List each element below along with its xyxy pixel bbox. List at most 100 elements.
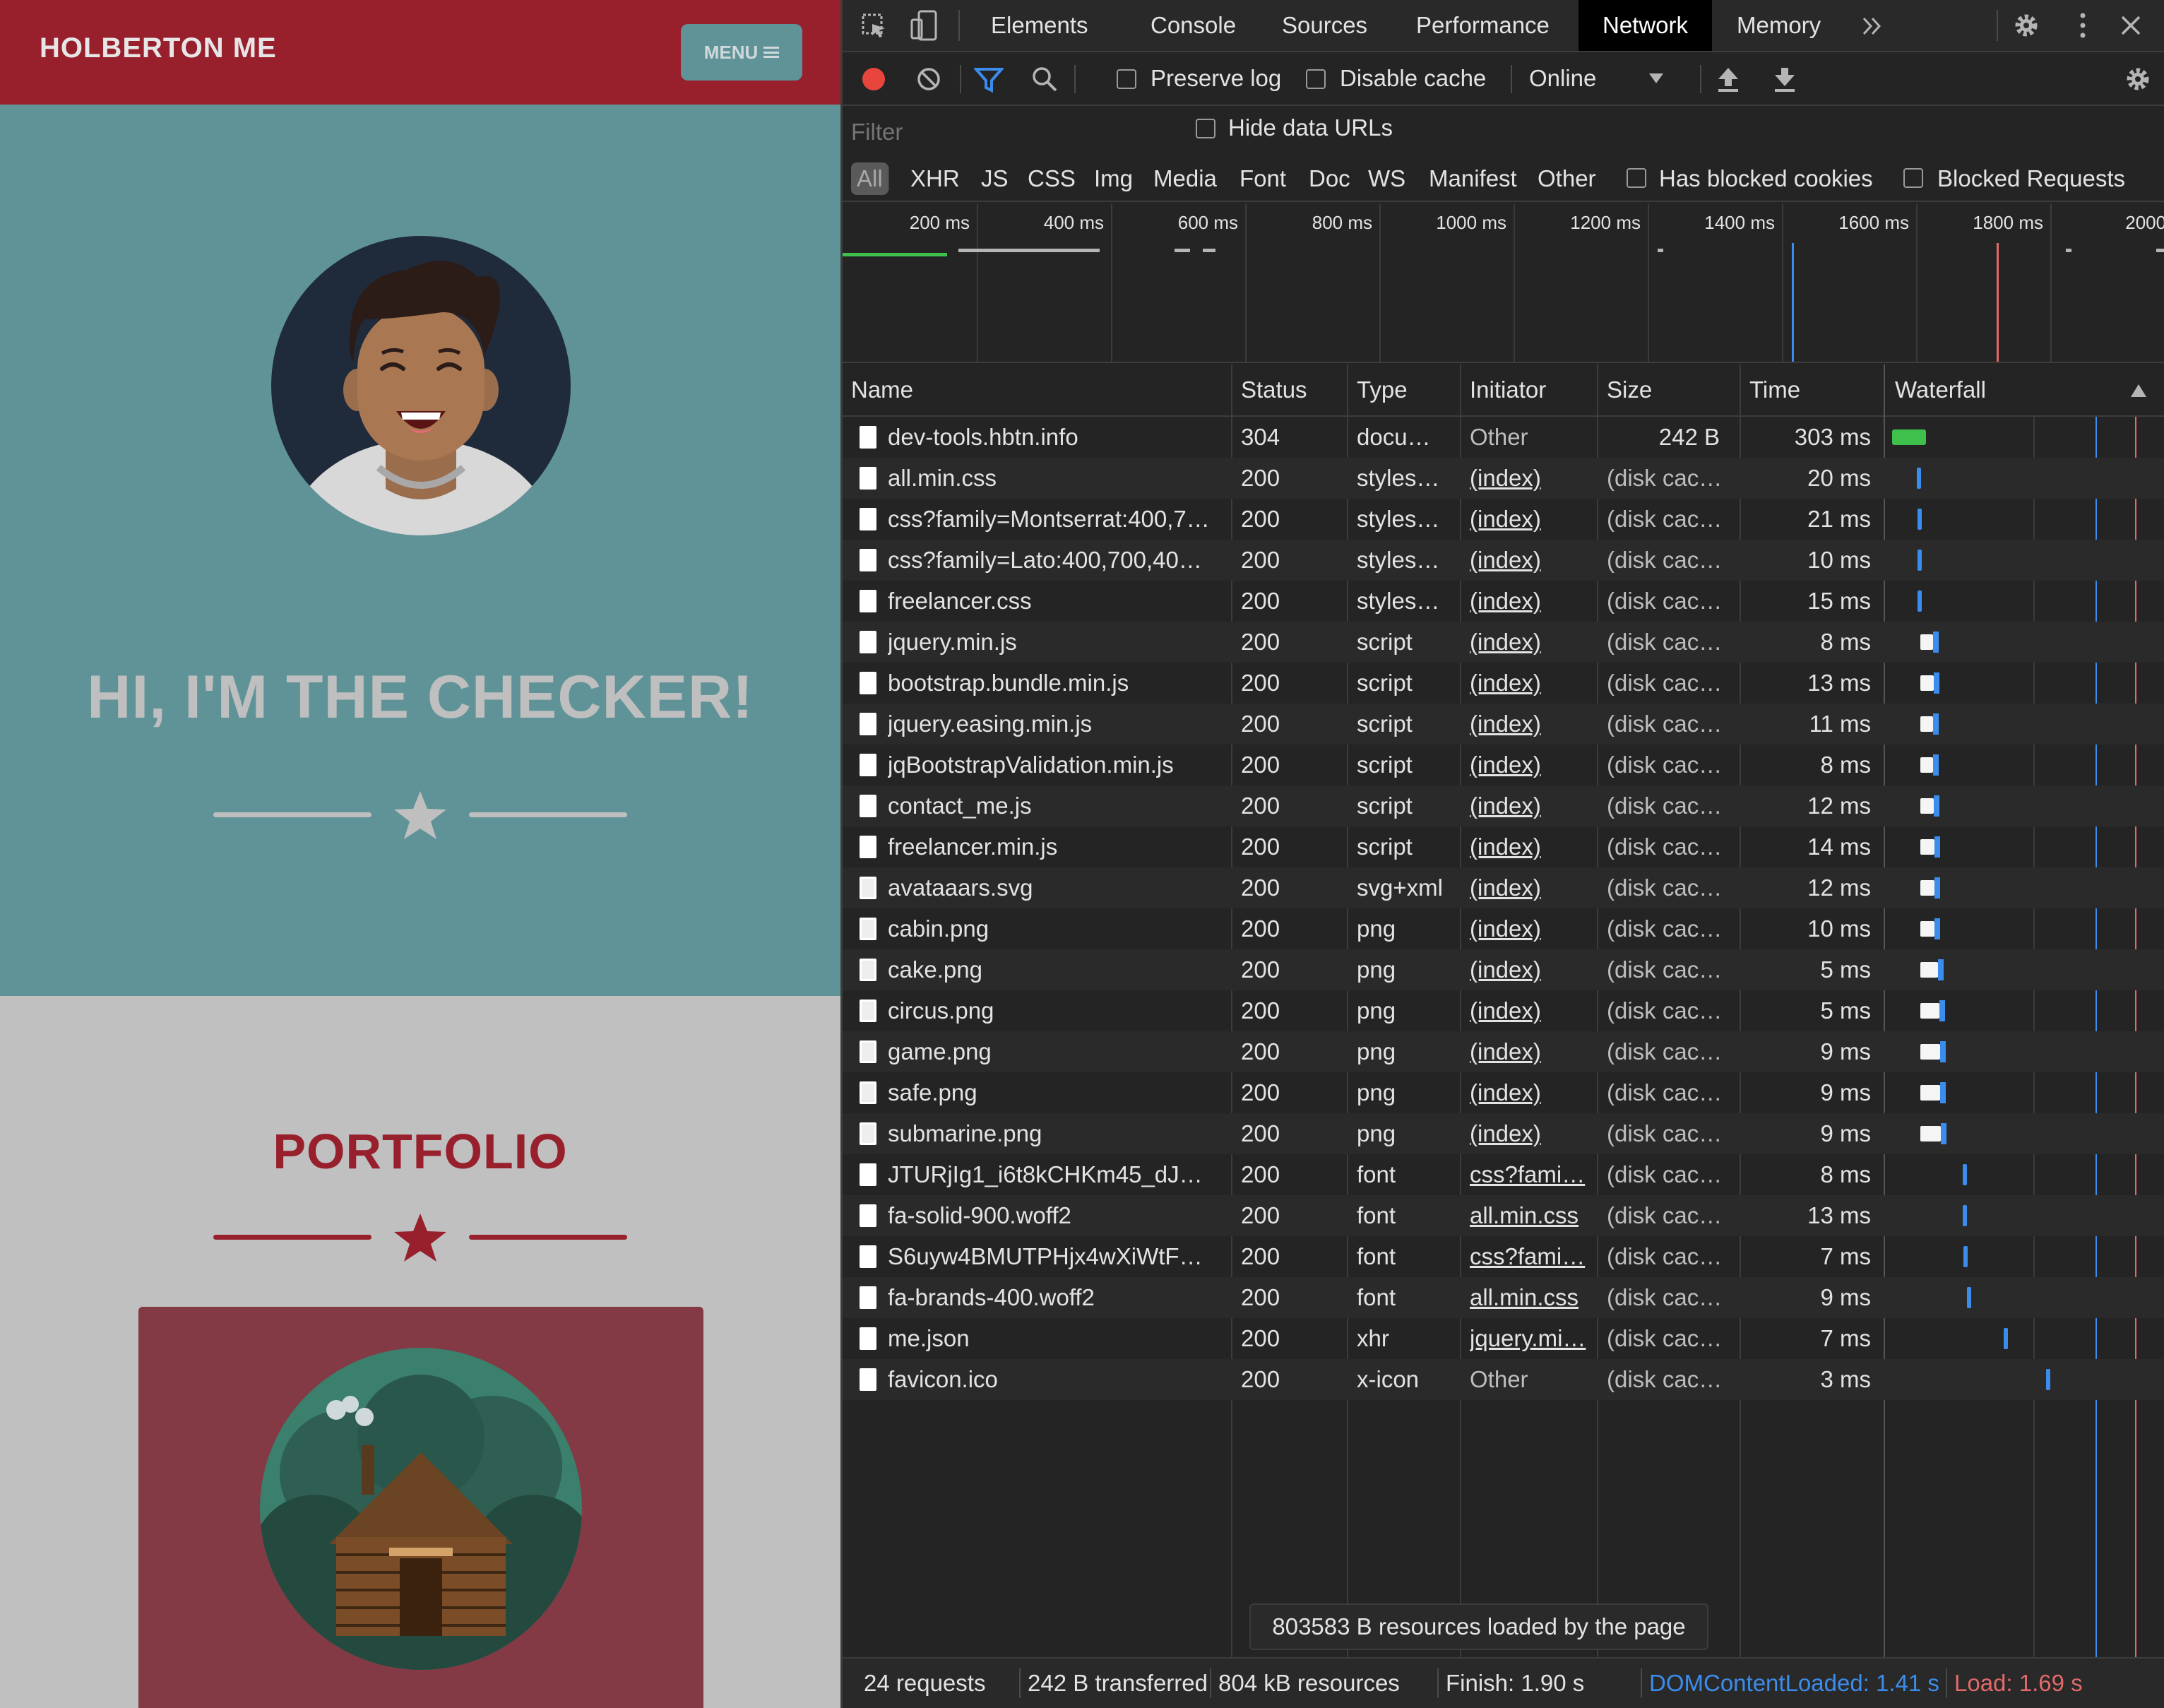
blocked-requests-checkbox[interactable] [1903, 168, 1923, 188]
table-row[interactable]: S6uyw4BMUTPHjx4wXiWtF… 200 font css?fami… (d… [843, 1236, 2164, 1277]
import-har-icon[interactable] [1716, 65, 1741, 93]
settings-gear-icon[interactable] [2012, 11, 2040, 40]
filter-icon[interactable] [974, 66, 1004, 93]
portfolio-item-cabin[interactable] [138, 1307, 703, 1708]
type-filter-font[interactable]: Font [1239, 162, 1286, 195]
table-row[interactable]: cabin.png 200 png (index) (disk cac… 10 ms [843, 908, 2164, 949]
record-icon[interactable] [861, 66, 886, 92]
tab-console[interactable]: Console [1151, 0, 1236, 51]
cell-initiator[interactable]: (index) [1470, 704, 1601, 745]
clear-icon[interactable] [916, 66, 941, 92]
cell-initiator[interactable]: (index) [1470, 622, 1601, 663]
table-row[interactable]: freelancer.min.js 200 script (index) (disk c… [843, 826, 2164, 867]
preserve-log-checkbox[interactable] [1117, 69, 1136, 89]
filter-input[interactable] [848, 114, 1180, 150]
cell-initiator[interactable]: (index) [1470, 663, 1601, 704]
hide-data-urls-checkbox[interactable] [1196, 119, 1215, 138]
cell-initiator[interactable]: css?fami… [1470, 1154, 1601, 1195]
tab-performance[interactable]: Performance [1416, 0, 1550, 51]
tab-memory[interactable]: Memory [1737, 0, 1821, 51]
cell-initiator[interactable]: (index) [1470, 990, 1601, 1031]
search-icon[interactable] [1030, 65, 1059, 93]
table-row[interactable]: contact_me.js 200 script (index) (disk cac… 1… [843, 785, 2164, 826]
table-row[interactable]: css?family=Lato:400,700,40… 200 styles… (in… [843, 540, 2164, 581]
cell-initiator[interactable]: (index) [1470, 458, 1601, 499]
cell-initiator[interactable]: (index) [1470, 1072, 1601, 1113]
table-row[interactable]: safe.png 200 png (index) (disk cac… 9 ms [843, 1072, 2164, 1113]
tab-network[interactable]: Network [1579, 0, 1713, 51]
sort-ascending-icon[interactable] [2129, 383, 2148, 398]
table-row[interactable]: all.min.css 200 styles… (index) (disk cac… 20… [843, 458, 2164, 499]
kebab-menu-icon[interactable] [2076, 11, 2090, 40]
network-settings-gear-icon[interactable] [2124, 65, 2152, 93]
type-filter-ws[interactable]: WS [1368, 162, 1405, 195]
inspect-element-icon[interactable] [861, 13, 888, 40]
cell-initiator[interactable]: jquery.mi… [1470, 1318, 1601, 1359]
table-row[interactable]: jquery.min.js 200 script (index) (disk cac… 8… [843, 622, 2164, 663]
type-filter-all[interactable]: All [851, 162, 888, 195]
table-row[interactable]: me.json 200 xhr jquery.mi… (disk cac… 7 ms [843, 1318, 2164, 1359]
cell-type: xhr [1357, 1325, 1389, 1351]
cell-initiator[interactable]: all.min.css [1470, 1277, 1601, 1318]
type-filter-xhr[interactable]: XHR [910, 162, 960, 195]
table-row[interactable]: submarine.png 200 png (index) (disk cac… 9 ms [843, 1113, 2164, 1154]
table-row[interactable]: circus.png 200 png (index) (disk cac… 5 ms [843, 990, 2164, 1031]
cell-initiator[interactable]: (index) [1470, 1031, 1601, 1072]
more-tabs-chevron-icon[interactable] [1861, 16, 1882, 37]
col-type[interactable]: Type [1348, 364, 1408, 415]
type-filter-manifest[interactable]: Manifest [1429, 162, 1517, 195]
cell-initiator[interactable]: (index) [1470, 745, 1601, 785]
close-devtools-icon[interactable] [2120, 14, 2142, 37]
table-row[interactable]: jquery.easing.min.js 200 script (index) (dis… [843, 704, 2164, 745]
type-filter-other[interactable]: Other [1538, 162, 1596, 195]
col-name[interactable]: Name [843, 364, 913, 415]
table-row[interactable]: JTURjIg1_i6t8kCHKm45_dJ… 200 font css?fami…… [843, 1154, 2164, 1195]
type-filter-css[interactable]: CSS [1028, 162, 1076, 195]
table-row[interactable]: favicon.ico 200 x-icon Other (disk cac… 3 ms [843, 1359, 2164, 1400]
type-filter-img[interactable]: Img [1094, 162, 1133, 195]
waterfall-bar [1916, 468, 1921, 489]
cell-initiator[interactable]: (index) [1470, 540, 1601, 581]
col-waterfall[interactable]: Waterfall [1886, 364, 1986, 415]
overview-timeline[interactable]: 200 ms 400 ms 600 ms 800 ms 1000 ms 1200 ms 14… [843, 203, 2164, 363]
col-initiator[interactable]: Initiator [1461, 364, 1546, 415]
cell-initiator[interactable]: all.min.css [1470, 1195, 1601, 1236]
col-size[interactable]: Size [1598, 364, 1652, 415]
tab-elements[interactable]: Elements [973, 0, 1107, 51]
table-row[interactable]: game.png 200 png (index) (disk cac… 9 ms [843, 1031, 2164, 1072]
type-filter-media[interactable]: Media [1153, 162, 1217, 195]
has-blocked-cookies-checkbox[interactable] [1627, 168, 1646, 188]
table-row[interactable]: dev-tools.hbtn.info 304 docu… Other 242 B 303… [843, 417, 2164, 458]
export-har-icon[interactable] [1772, 65, 1797, 93]
table-row[interactable]: avataaars.svg 200 svg+xml (index) (disk cac…… [843, 867, 2164, 908]
col-time[interactable]: Time [1741, 364, 1800, 415]
table-row[interactable]: fa-brands-400.woff2 200 font all.min.css (di… [843, 1277, 2164, 1318]
cell-name: contact_me.js [888, 793, 1032, 819]
menu-button[interactable]: MENU [681, 24, 802, 81]
table-row[interactable]: fa-solid-900.woff2 200 font all.min.css (dis… [843, 1195, 2164, 1236]
tab-sources[interactable]: Sources [1282, 0, 1367, 51]
portfolio-section: PORTFOLIO [0, 996, 840, 1708]
table-row[interactable]: bootstrap.bundle.min.js 200 script (index)(… [843, 663, 2164, 704]
table-row[interactable]: cake.png 200 png (index) (disk cac… 5 ms [843, 949, 2164, 990]
device-toolbar-icon[interactable] [910, 10, 939, 41]
table-row[interactable]: freelancer.css 200 styles… (index) (disk cac… [843, 581, 2164, 622]
type-filter-doc[interactable]: Doc [1309, 162, 1350, 195]
disable-cache-checkbox[interactable] [1306, 69, 1326, 89]
col-status[interactable]: Status [1232, 364, 1307, 415]
cell-initiator[interactable]: (index) [1470, 785, 1601, 826]
type-filter-js[interactable]: JS [981, 162, 1009, 195]
site-brand[interactable]: HOLBERTON ME [40, 32, 277, 64]
throttling-select[interactable]: Online [1529, 65, 1677, 92]
cell-initiator[interactable]: (index) [1470, 867, 1601, 908]
cell-initiator[interactable]: css?fami… [1470, 1236, 1601, 1277]
cell-initiator[interactable]: (index) [1470, 581, 1601, 622]
cell-time: 3 ms [1820, 1366, 1871, 1392]
table-row[interactable]: css?family=Montserrat:400,7… 200 styles… (i… [843, 499, 2164, 540]
cell-initiator[interactable]: (index) [1470, 1113, 1601, 1154]
cell-initiator[interactable]: (index) [1470, 949, 1601, 990]
cell-initiator[interactable]: (index) [1470, 908, 1601, 949]
cell-initiator[interactable]: (index) [1470, 499, 1601, 540]
cell-initiator[interactable]: (index) [1470, 826, 1601, 867]
table-row[interactable]: jqBootstrapValidation.min.js 200 script (in… [843, 745, 2164, 785]
